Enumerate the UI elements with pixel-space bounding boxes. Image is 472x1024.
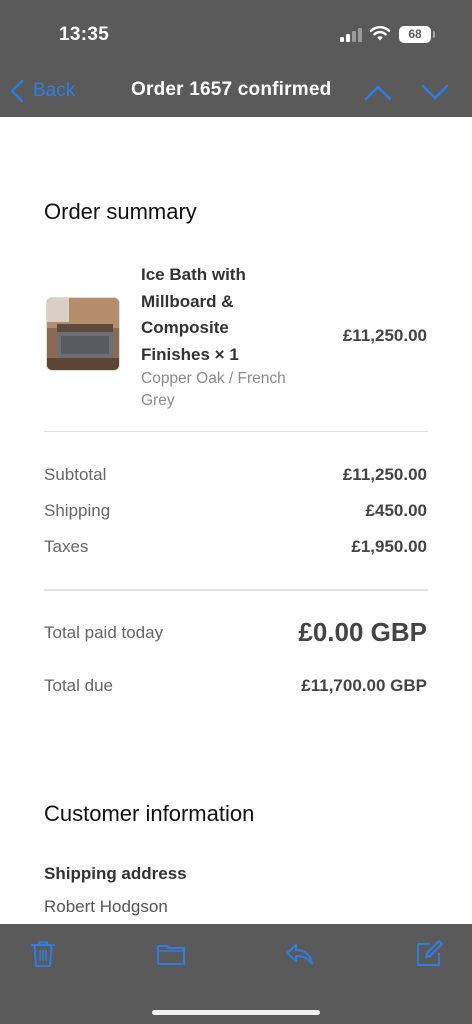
wifi-icon [369, 26, 391, 41]
product-image [46, 297, 120, 371]
next-message-button[interactable] [420, 80, 450, 104]
total-due-value: £11,700.00 GBP [301, 676, 427, 695]
shipping-label: Shipping [44, 501, 111, 520]
taxes-value: £1,950.00 [351, 537, 427, 556]
status-time: 13:35 [59, 24, 110, 45]
customer-information-heading: Customer information [44, 801, 255, 826]
total-paid-label: Total paid today [44, 623, 164, 642]
back-label: Back [33, 80, 76, 101]
back-button[interactable]: Back [10, 77, 75, 105]
bottom-toolbar [0, 924, 472, 1024]
total-due-label: Total due [44, 676, 113, 695]
product-variant: Copper Oak / French Grey [141, 370, 286, 409]
total-paid-value: £0.00 GBP [298, 617, 427, 647]
email-body[interactable]: Order summary Ice Bath with Millboard & … [0, 117, 472, 924]
shipping-address-label: Shipping address [44, 864, 187, 883]
product-price: £11,250.00 [342, 326, 427, 345]
shipping-address-name: Robert Hodgson [44, 897, 168, 916]
nav-bar: Back Order 1657 confirmed [0, 66, 472, 117]
shipping-value: £450.00 [365, 501, 427, 520]
folder-icon[interactable] [156, 939, 186, 969]
product-name: Ice Bath with Millboard & Composite Fini… [141, 265, 246, 364]
previous-message-button[interactable] [363, 80, 393, 104]
status-bar: 13:35 68 [0, 0, 472, 66]
page-title: Order 1657 confirmed [131, 79, 332, 100]
divider [44, 431, 428, 432]
reply-icon[interactable] [284, 939, 314, 969]
subtotal-value: £11,250.00 [342, 465, 427, 484]
cellular-signal-icon [340, 28, 362, 42]
taxes-label: Taxes [44, 537, 89, 556]
battery-indicator: 68 [399, 26, 435, 43]
home-indicator[interactable] [152, 1010, 320, 1015]
trash-icon[interactable] [28, 939, 58, 969]
order-summary-heading: Order summary [44, 199, 197, 224]
compose-icon[interactable] [414, 939, 444, 969]
subtotal-label: Subtotal [44, 465, 107, 484]
chevron-left-icon [10, 79, 24, 103]
divider [44, 589, 428, 591]
